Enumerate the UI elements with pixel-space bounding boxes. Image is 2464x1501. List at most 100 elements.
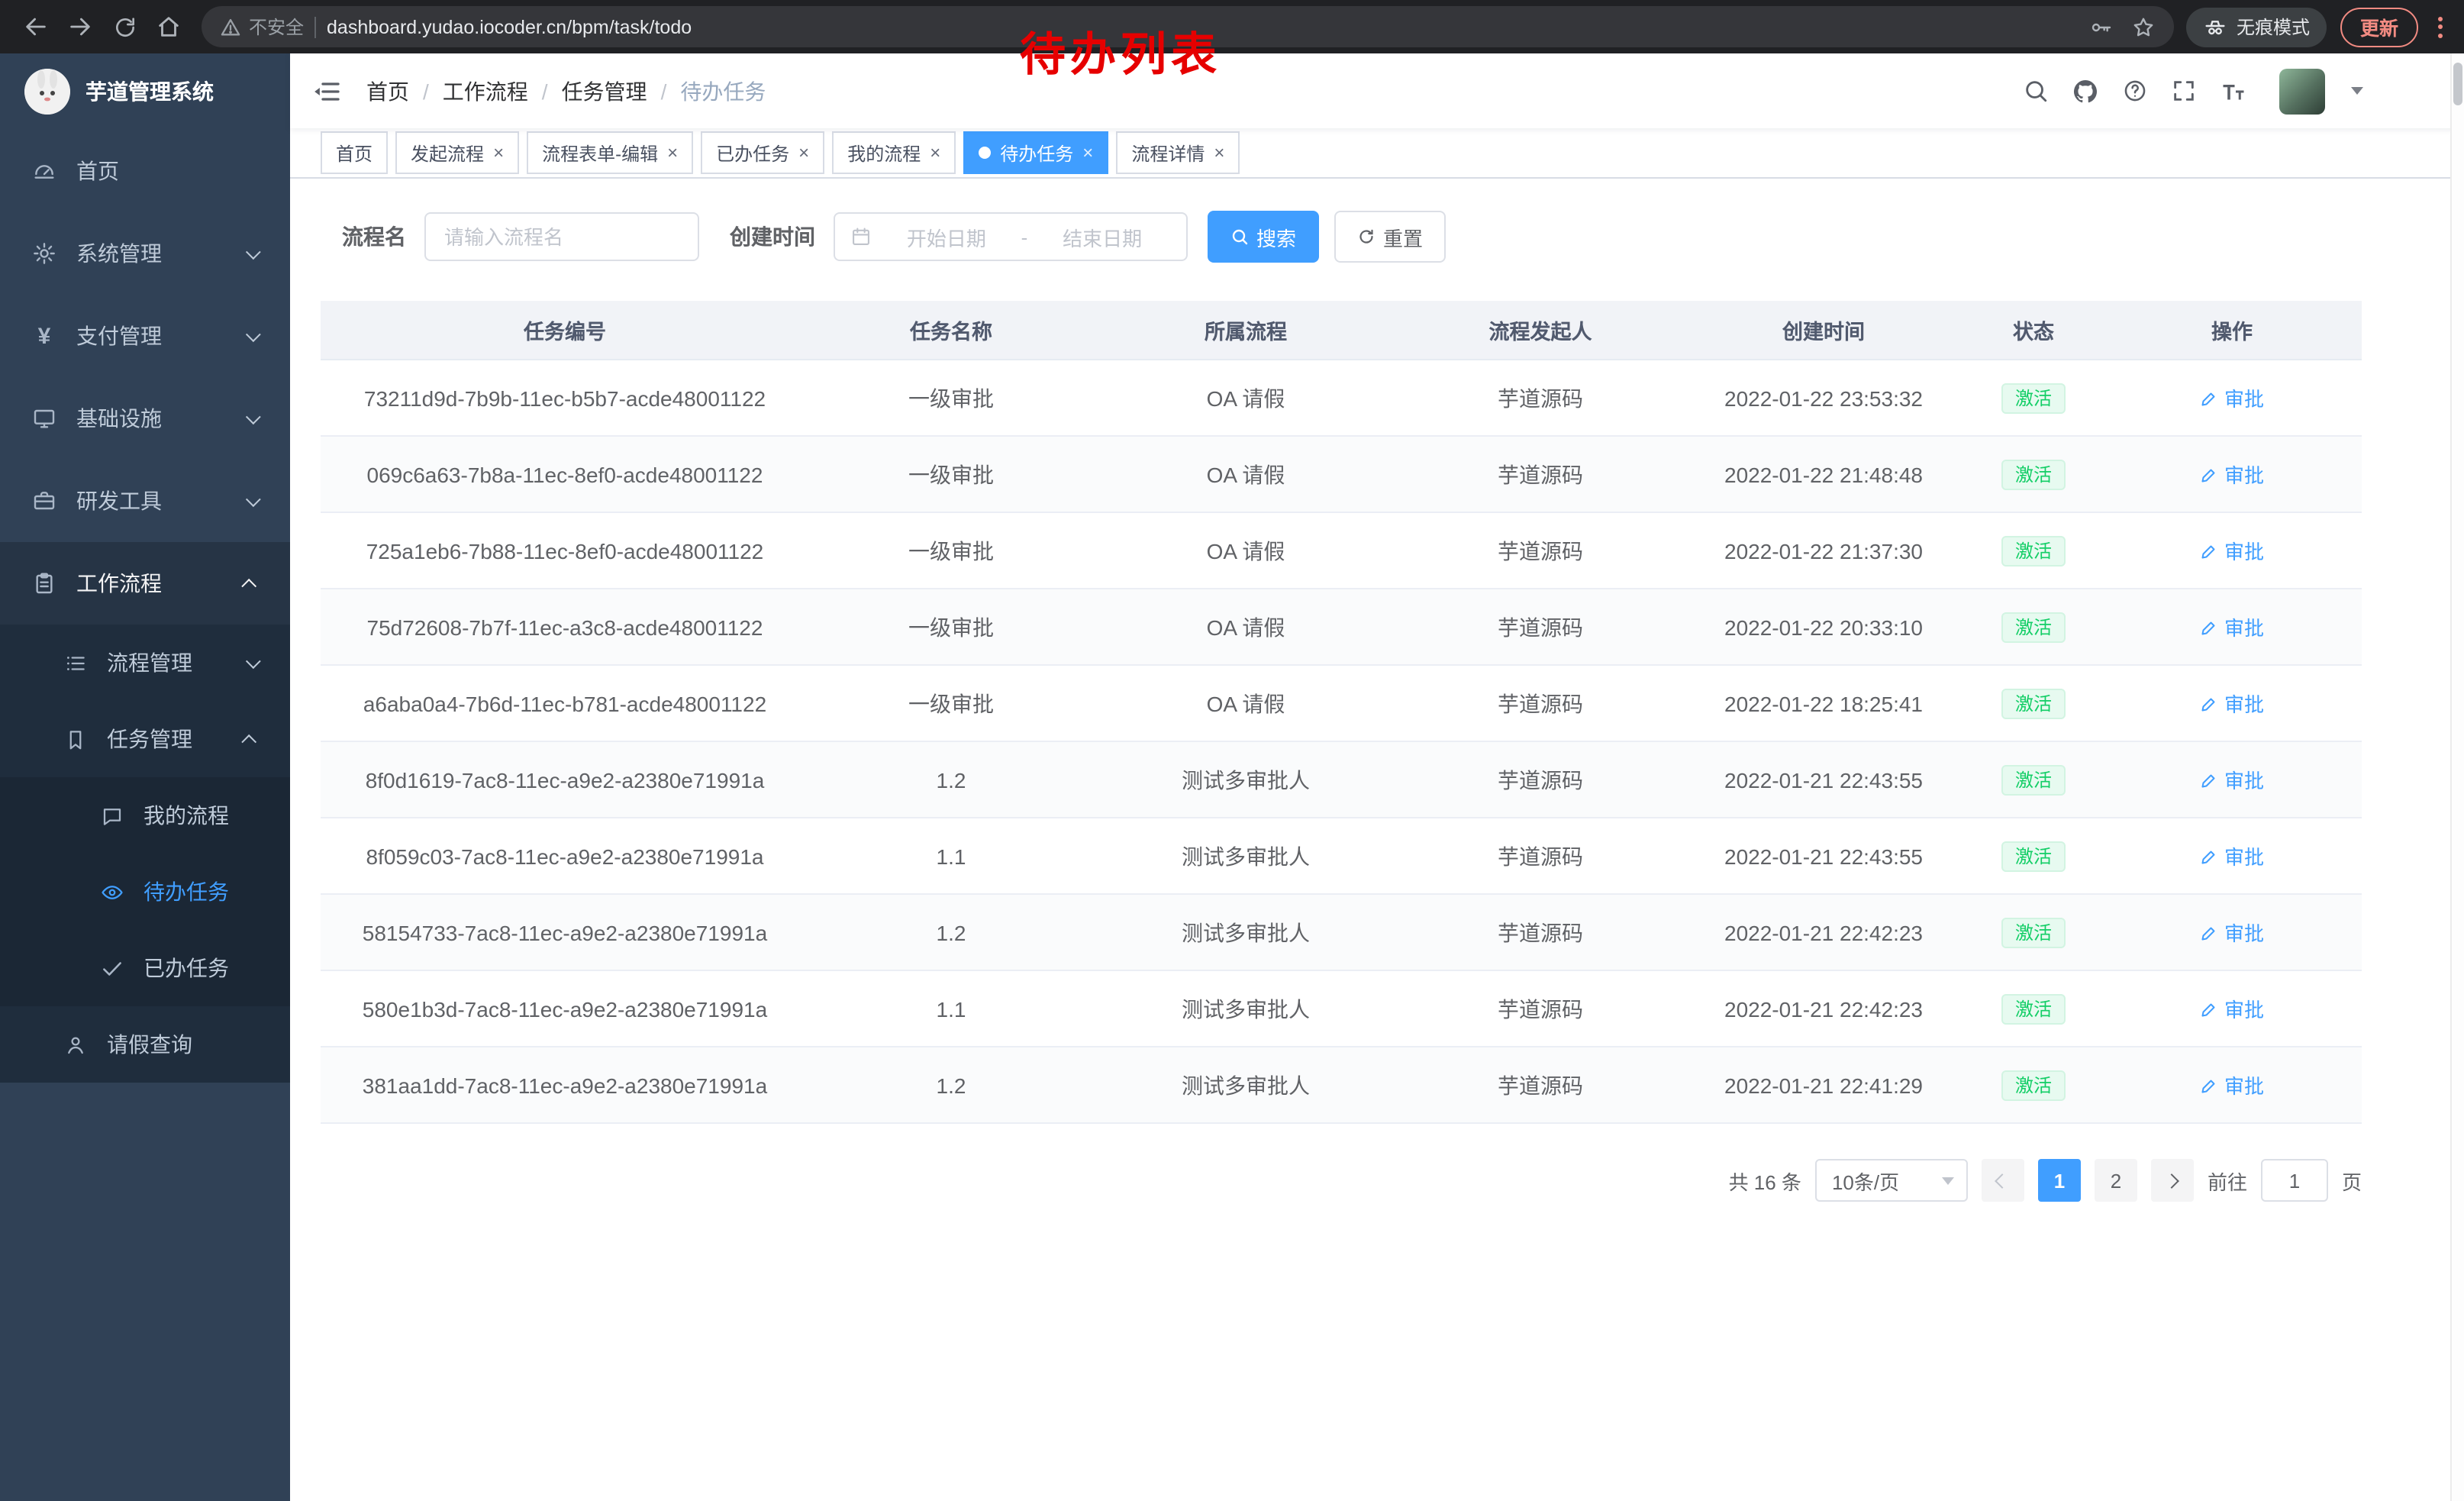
sidebar-item-done-task[interactable]: 已办任务 [0, 930, 290, 1006]
back-button[interactable] [15, 6, 56, 47]
page-unit-label: 页 [2342, 1166, 2362, 1195]
sidebar-item-my-process[interactable]: 我的流程 [0, 777, 290, 854]
breadcrumb-workflow[interactable]: 工作流程 [443, 76, 528, 106]
prev-page-button[interactable] [1982, 1159, 2024, 1202]
tab-my-process[interactable]: 我的流程× [832, 131, 956, 174]
col-starter: 流程发起人 [1398, 301, 1682, 360]
approve-link[interactable]: 审批 [2200, 612, 2264, 641]
sidebar-item-infra[interactable]: 基础设施 [0, 377, 290, 460]
tab-todo-task[interactable]: 待办任务× [963, 131, 1108, 174]
sidebar-item-system[interactable]: 系统管理 [0, 212, 290, 295]
range-separator: - [1021, 225, 1028, 248]
close-icon[interactable]: × [1082, 144, 1093, 162]
table-row: a6aba0a4-7b6d-11ec-b781-acde48001122 一级审… [321, 665, 2362, 741]
page-content: 流程名 创建时间 开始日期 - 结束日期 搜索 [290, 179, 2464, 1501]
task-id-cell: 8f059c03-7ac8-11ec-a9e2-a2380e71991a [321, 818, 809, 894]
dashboard-icon [31, 159, 58, 183]
sidebar-item-todo-task[interactable]: 待办任务 [0, 854, 290, 930]
browser-menu-icon[interactable] [2432, 16, 2449, 37]
breadcrumb-task-mgmt[interactable]: 任务管理 [562, 76, 647, 106]
security-status[interactable]: 不安全 [220, 14, 304, 40]
refresh-button[interactable] [104, 6, 145, 47]
approve-link[interactable]: 审批 [2200, 536, 2264, 565]
page-button-2[interactable]: 2 [2095, 1159, 2137, 1202]
user-avatar[interactable] [2279, 68, 2325, 114]
approve-link[interactable]: 审批 [2200, 918, 2264, 947]
col-actions: 操作 [2102, 301, 2362, 360]
fullscreen-icon[interactable] [2171, 78, 2197, 104]
home-button[interactable] [148, 6, 189, 47]
table-row: 58154733-7ac8-11ec-a9e2-a2380e71991a 1.2… [321, 894, 2362, 970]
tab-form-edit[interactable]: 流程表单-编辑× [527, 131, 693, 174]
incognito-badge[interactable]: 无痕模式 [2186, 7, 2327, 47]
approve-link[interactable]: 审批 [2200, 994, 2264, 1023]
forward-button[interactable] [60, 6, 101, 47]
chevron-down-icon [246, 491, 261, 506]
status-badge: 激活 [2001, 535, 2066, 566]
page-button-1[interactable]: 1 [2038, 1159, 2081, 1202]
toolbox-icon [31, 489, 58, 513]
sidebar-item-payment[interactable]: ¥ 支付管理 [0, 295, 290, 377]
close-icon[interactable]: × [667, 144, 678, 162]
task-id-cell: 58154733-7ac8-11ec-a9e2-a2380e71991a [321, 894, 809, 970]
tab-home[interactable]: 首页 [321, 131, 388, 174]
help-icon[interactable] [2122, 78, 2148, 104]
approve-link[interactable]: 审批 [2200, 383, 2264, 412]
goto-page-input[interactable] [2261, 1159, 2328, 1202]
scrollbar-thumb[interactable] [2453, 63, 2462, 105]
incognito-icon [2203, 15, 2227, 39]
approve-link[interactable]: 审批 [2200, 765, 2264, 794]
sidebar-item-leave-query[interactable]: 请假查询 [0, 1006, 290, 1083]
close-icon[interactable]: × [930, 144, 940, 162]
chevron-down-icon [246, 244, 261, 259]
chevron-down-icon [246, 326, 261, 341]
status-badge: 激活 [2001, 459, 2066, 489]
tab-done-task[interactable]: 已办任务× [701, 131, 824, 174]
tabs-bar: 首页 发起流程× 流程表单-编辑× 已办任务× 我的流程× 待办任务× 流程详情… [290, 128, 2464, 179]
status-badge: 激活 [2001, 993, 2066, 1024]
approve-link[interactable]: 审批 [2200, 460, 2264, 489]
check-icon [98, 957, 125, 980]
reset-button[interactable]: 重置 [1334, 211, 1446, 263]
breadcrumb-home[interactable]: 首页 [366, 76, 409, 106]
avatar-caret-icon[interactable] [2351, 87, 2363, 95]
approve-link[interactable]: 审批 [2200, 1070, 2264, 1099]
date-range-picker[interactable]: 开始日期 - 结束日期 [834, 212, 1188, 261]
sidebar-item-home[interactable]: 首页 [0, 130, 290, 212]
approve-link[interactable]: 审批 [2200, 841, 2264, 870]
search-icon[interactable] [2023, 78, 2049, 104]
chevron-down-icon [246, 408, 261, 424]
task-id-cell: 75d72608-7b7f-11ec-a3c8-acde48001122 [321, 589, 809, 665]
sidebar-item-workflow[interactable]: 工作流程 [0, 542, 290, 625]
search-button[interactable]: 搜索 [1208, 211, 1319, 263]
page-scrollbar[interactable] [2450, 53, 2464, 1501]
chevron-down-icon [246, 653, 261, 668]
next-page-button[interactable] [2151, 1159, 2194, 1202]
tab-start-process[interactable]: 发起流程× [395, 131, 519, 174]
password-key-icon[interactable] [2088, 15, 2113, 39]
chrome-update-button[interactable]: 更新 [2340, 7, 2418, 47]
close-icon[interactable]: × [1214, 144, 1224, 162]
github-icon[interactable] [2072, 77, 2099, 105]
breadcrumb-separator: / [423, 79, 429, 103]
gear-icon [31, 241, 58, 266]
select-caret-icon [1942, 1177, 1954, 1184]
page-size-select[interactable]: 10条/页 [1815, 1159, 1968, 1202]
goto-label: 前往 [2208, 1166, 2247, 1195]
status-badge: 激活 [2001, 612, 2066, 642]
sidebar-item-task-mgmt[interactable]: 任务管理 [0, 701, 290, 777]
sidebar-fold-icon[interactable] [311, 76, 342, 106]
close-icon[interactable]: × [493, 144, 504, 162]
sidebar-item-process-mgmt[interactable]: 流程管理 [0, 625, 290, 701]
process-name-input[interactable] [424, 212, 699, 261]
tab-process-detail[interactable]: 流程详情× [1116, 131, 1240, 174]
bookmark-star-icon[interactable] [2131, 15, 2156, 39]
col-status: 状态 [1965, 301, 2102, 360]
close-icon[interactable]: × [798, 144, 809, 162]
sidebar-item-devtools[interactable]: 研发工具 [0, 460, 290, 542]
font-size-icon[interactable] [2220, 77, 2247, 105]
table-row: 580e1b3d-7ac8-11ec-a9e2-a2380e71991a 1.1… [321, 970, 2362, 1047]
yen-icon: ¥ [31, 323, 58, 349]
approve-link[interactable]: 审批 [2200, 689, 2264, 718]
breadcrumb-current: 待办任务 [680, 76, 766, 106]
